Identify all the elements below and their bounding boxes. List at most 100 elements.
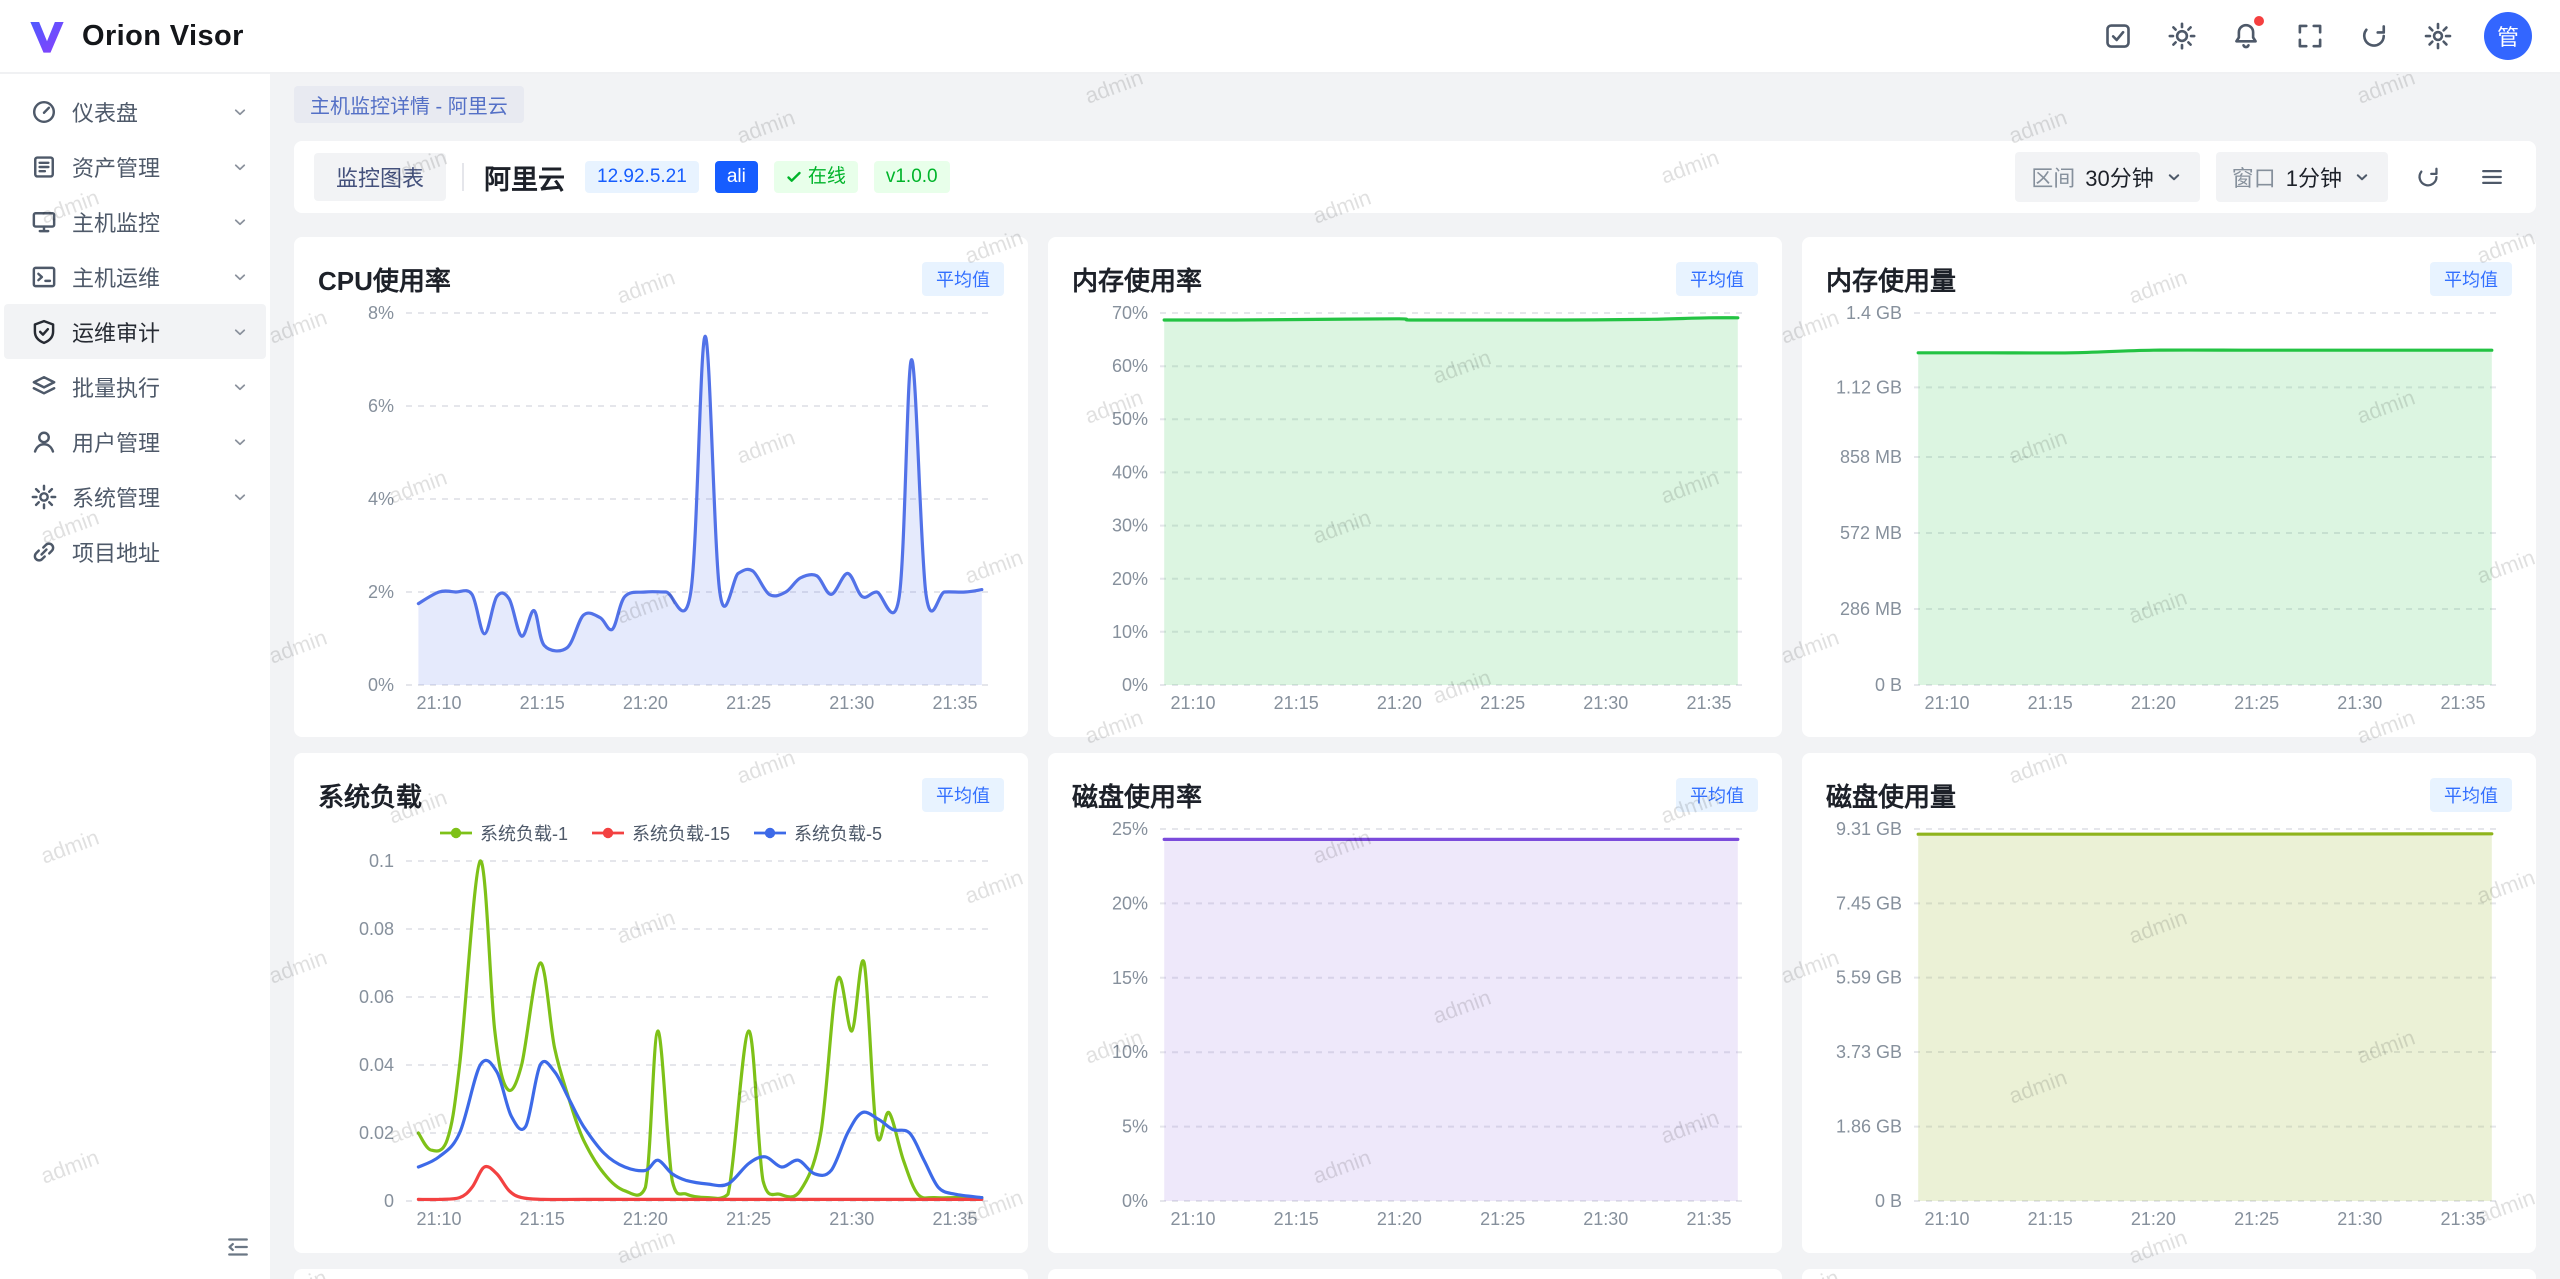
check-icon [786,169,802,185]
chart-layout-menu-button[interactable] [2468,153,2516,201]
range-select[interactable]: 区间 30分钟 [2015,152,2200,202]
fullscreen-button[interactable] [2284,10,2336,62]
average-badge: 平均值 [2430,778,2512,812]
svg-text:0%: 0% [1122,1191,1148,1211]
window-select-value: 1分钟 [2286,161,2342,193]
chart-card-partial [294,1269,1028,1279]
sidebar-item-label: 用户管理 [72,426,216,458]
window-select[interactable]: 窗口 1分钟 [2216,152,2388,202]
range-select-label: 区间 [2031,161,2075,193]
svg-text:21:30: 21:30 [829,1209,874,1229]
link-icon [30,538,58,566]
todo-button[interactable] [2092,10,2144,62]
svg-text:21:15: 21:15 [1274,1209,1319,1229]
legend-label: 系统负载-5 [794,820,882,846]
svg-text:21:20: 21:20 [1377,693,1422,713]
host-status-tag: 在线 [774,161,858,194]
sidebar-item-project-url[interactable]: 项目地址 [4,524,266,579]
reload-button[interactable] [2348,10,2400,62]
svg-text:21:15: 21:15 [2028,693,2073,713]
toolbar-controls: 区间 30分钟 窗口 1分钟 [2015,152,2516,202]
monitor-chart-button[interactable]: 监控图表 [314,153,446,201]
chart-legend: 系统负载-1 系统负载-15 系统负载-5 [318,817,1004,849]
average-badge: 平均值 [1676,778,1758,812]
sidebar-item-host-monitor[interactable]: 主机监控 [4,194,266,249]
window-select-label: 窗口 [2232,161,2276,193]
chart-plot-memory-usage-percent: 0%10%20%30%40%50%60%70%21:1021:1521:2021… [1072,301,1758,717]
theme-toggle-button[interactable] [2156,10,2208,62]
chevron-down-icon [2352,167,2372,187]
svg-text:21:10: 21:10 [1170,693,1215,713]
svg-text:21:30: 21:30 [829,693,874,713]
notifications-button[interactable] [2220,10,2272,62]
svg-text:21:10: 21:10 [1924,1209,1969,1229]
sidebar-item-batch-exec[interactable]: 批量执行 [4,359,266,414]
sidebar-item-dashboard[interactable]: 仪表盘 [4,84,266,139]
svg-text:0.1: 0.1 [369,851,394,871]
chart-svg: 0%10%20%30%40%50%60%70%21:1021:1521:2021… [1072,301,1758,717]
layers-icon [30,373,58,401]
gear-icon [30,483,58,511]
legend-item[interactable]: 系统负载-5 [754,820,882,846]
average-badge: 平均值 [2430,262,2512,296]
svg-text:0: 0 [384,1191,394,1211]
legend-item[interactable]: 系统负载-15 [592,820,730,846]
svg-text:21:10: 21:10 [1170,1209,1215,1229]
sidebar: 仪表盘资产管理主机监控主机运维运维审计批量执行用户管理系统管理项目地址 [0,74,270,1279]
svg-text:286 MB: 286 MB [1840,599,1902,619]
sidebar-collapse-button[interactable] [220,1229,256,1265]
chart-title: 磁盘使用量 [1826,777,1956,814]
svg-text:40%: 40% [1112,462,1148,482]
svg-text:8%: 8% [368,303,394,323]
settings-button[interactable] [2412,10,2464,62]
sidebar-item-label: 运维审计 [72,316,216,348]
svg-text:21:15: 21:15 [520,1209,565,1229]
svg-text:572 MB: 572 MB [1840,523,1902,543]
svg-text:20%: 20% [1112,893,1148,913]
svg-text:21:30: 21:30 [2337,693,2382,713]
sidebar-item-host-ops[interactable]: 主机运维 [4,249,266,304]
svg-text:21:25: 21:25 [2234,693,2279,713]
chart-title: CPU使用率 [318,261,451,298]
svg-text:9.31 GB: 9.31 GB [1836,819,1902,839]
sidebar-item-assets[interactable]: 资产管理 [4,139,266,194]
avatar[interactable]: 管 [2484,12,2532,60]
svg-text:5%: 5% [1122,1117,1148,1137]
average-badge: 平均值 [1676,262,1758,296]
svg-text:21:20: 21:20 [623,1209,668,1229]
chart-card-memory-usage-amount: 内存使用量平均值0 B286 MB572 MB858 MB1.12 GB1.4 … [1802,237,2536,737]
svg-text:0.06: 0.06 [359,987,394,1007]
breadcrumb[interactable]: 主机监控详情 - 阿里云 [294,86,524,123]
refresh-charts-button[interactable] [2404,153,2452,201]
svg-text:25%: 25% [1112,819,1148,839]
shield-icon [30,318,58,346]
sidebar-item-ops-audit[interactable]: 运维审计 [4,304,266,359]
sidebar-item-system-mgmt[interactable]: 系统管理 [4,469,266,524]
chevron-down-icon [230,322,250,342]
legend-item[interactable]: 系统负载-1 [440,820,568,846]
chevron-down-icon [2164,167,2184,187]
sun-icon [2167,21,2197,51]
chevron-down-icon [230,487,250,507]
chevron-down-icon [230,432,250,452]
sidebar-item-label: 系统管理 [72,481,216,513]
user-icon [30,428,58,456]
svg-text:1.4 GB: 1.4 GB [1846,303,1902,323]
terminal-icon [30,263,58,291]
chart-svg: 0%5%10%15%20%25%21:1021:1521:2021:2521:3… [1072,817,1758,1233]
svg-text:3.73 GB: 3.73 GB [1836,1042,1902,1062]
svg-text:0%: 0% [1122,675,1148,695]
chart-title: 磁盘使用率 [1072,777,1202,814]
navbar-actions: 管 [2092,10,2532,62]
host-status-text: 在线 [808,166,846,189]
assets-icon [30,153,58,181]
sidebar-item-label: 批量执行 [72,371,216,403]
sidebar-item-user-mgmt[interactable]: 用户管理 [4,414,266,469]
legend-marker-icon [440,825,472,841]
svg-text:21:10: 21:10 [416,693,461,713]
svg-text:60%: 60% [1112,356,1148,376]
sidebar-item-label: 仪表盘 [72,96,216,128]
legend-marker-icon [754,825,786,841]
svg-text:6%: 6% [368,396,394,416]
svg-text:0 B: 0 B [1875,1191,1902,1211]
